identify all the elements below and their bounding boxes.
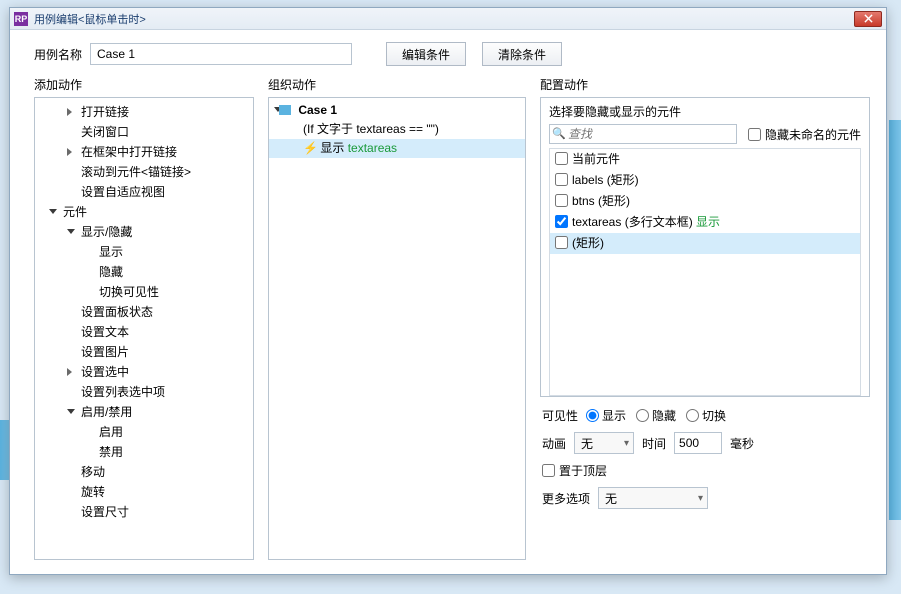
time-label: 时间 xyxy=(642,435,666,452)
animation-select[interactable]: 无 xyxy=(574,432,634,454)
chevron-down-icon xyxy=(67,229,75,234)
tree-item[interactable]: 显示 xyxy=(35,242,253,262)
tree-item[interactable]: 设置列表选中项 xyxy=(35,382,253,402)
element-checkbox[interactable] xyxy=(555,173,568,186)
tree-item[interactable]: 设置尺寸 xyxy=(35,502,253,522)
action-tree[interactable]: 打开链接关闭窗口在框架中打开链接滚动到元件<锚链接>设置自适应视图元件显示/隐藏… xyxy=(34,97,254,560)
more-options-label: 更多选项 xyxy=(542,490,590,507)
tree-item[interactable]: 设置文本 xyxy=(35,322,253,342)
condition-row[interactable]: (If 文字于 textareas == "") xyxy=(269,120,525,139)
element-list[interactable]: 当前元件labels (矩形)btns (矩形)textareas (多行文本框… xyxy=(549,148,861,396)
action-row[interactable]: ⚡ 显示 textareas xyxy=(269,139,525,158)
case-name-label: 用例名称 xyxy=(34,46,82,63)
dialog-title: 用例编辑<鼠标单击时> xyxy=(34,11,854,27)
tree-item[interactable]: 设置选中 xyxy=(35,362,253,382)
app-icon: RP xyxy=(14,12,28,26)
element-checkbox[interactable] xyxy=(555,215,568,228)
edit-condition-button[interactable]: 编辑条件 xyxy=(386,42,466,66)
clear-condition-button[interactable]: 清除条件 xyxy=(482,42,562,66)
organize-panel: Case 1 (If 文字于 textareas == "") ⚡ 显示 tex… xyxy=(268,97,526,560)
tree-item[interactable]: 在框架中打开链接 xyxy=(35,142,253,162)
top-layer-checkbox[interactable]: 置于顶层 xyxy=(542,462,607,479)
select-elements-title: 选择要隐藏或显示的元件 xyxy=(549,103,861,120)
tree-item[interactable]: 滚动到元件<锚链接> xyxy=(35,162,253,182)
case-name-input[interactable] xyxy=(90,43,352,65)
tree-item[interactable]: 元件 xyxy=(35,202,253,222)
search-icon: 🔍 xyxy=(552,127,566,140)
close-button[interactable] xyxy=(854,11,882,27)
tree-item[interactable]: 关闭窗口 xyxy=(35,122,253,142)
element-checkbox[interactable] xyxy=(555,194,568,207)
chevron-right-icon xyxy=(67,368,72,376)
hide-unnamed-checkbox[interactable]: 隐藏未命名的元件 xyxy=(748,126,861,143)
configure-panel: 选择要隐藏或显示的元件 🔍 隐藏未命名的元件 当前元件labels (矩形)bt… xyxy=(540,97,870,397)
visibility-option[interactable]: 显示 xyxy=(586,407,626,424)
search-input[interactable] xyxy=(549,124,737,144)
tree-item[interactable]: 打开链接 xyxy=(35,102,253,122)
bolt-icon: ⚡ xyxy=(303,140,313,157)
chevron-right-icon xyxy=(67,148,72,156)
close-icon xyxy=(864,14,873,23)
tree-item[interactable]: 隐藏 xyxy=(35,262,253,282)
time-unit: 毫秒 xyxy=(730,435,754,452)
tree-item[interactable]: 切换可见性 xyxy=(35,282,253,302)
tree-item[interactable]: 设置面板状态 xyxy=(35,302,253,322)
visibility-radios: 显示隐藏切换 xyxy=(586,407,726,424)
animation-label: 动画 xyxy=(542,435,566,452)
more-options-select[interactable]: 无 xyxy=(598,487,708,509)
tree-item[interactable]: 禁用 xyxy=(35,442,253,462)
titlebar[interactable]: RP 用例编辑<鼠标单击时> xyxy=(10,8,886,30)
chevron-down-icon xyxy=(49,209,57,214)
element-checkbox[interactable] xyxy=(555,152,568,165)
tree-item[interactable]: 旋转 xyxy=(35,482,253,502)
chevron-right-icon xyxy=(67,108,72,116)
list-item[interactable]: (矩形) xyxy=(550,233,860,254)
case-row[interactable]: Case 1 xyxy=(269,101,525,120)
time-input[interactable] xyxy=(674,432,722,454)
tree-item[interactable]: 启用 xyxy=(35,422,253,442)
chevron-down-icon xyxy=(67,409,75,414)
tree-item[interactable]: 启用/禁用 xyxy=(35,402,253,422)
configure-action-title: 配置动作 xyxy=(540,76,870,93)
list-item[interactable]: 当前元件 xyxy=(550,149,860,170)
tree-item[interactable]: 显示/隐藏 xyxy=(35,222,253,242)
tree-item[interactable]: 移动 xyxy=(35,462,253,482)
add-action-title: 添加动作 xyxy=(34,76,254,93)
list-item[interactable]: btns (矩形) xyxy=(550,191,860,212)
tree-item[interactable]: 设置图片 xyxy=(35,342,253,362)
visibility-option[interactable]: 切换 xyxy=(686,407,726,424)
element-checkbox[interactable] xyxy=(555,236,568,249)
list-item[interactable]: textareas (多行文本框) 显示 xyxy=(550,212,860,233)
case-icon xyxy=(279,105,291,115)
list-item[interactable]: labels (矩形) xyxy=(550,170,860,191)
case-editor-dialog: RP 用例编辑<鼠标单击时> 用例名称 编辑条件 清除条件 添加动作 打开链接关… xyxy=(9,7,887,575)
visibility-option[interactable]: 隐藏 xyxy=(636,407,676,424)
visibility-label: 可见性 xyxy=(542,407,578,424)
tree-item[interactable]: 设置自适应视图 xyxy=(35,182,253,202)
organize-action-title: 组织动作 xyxy=(268,76,526,93)
